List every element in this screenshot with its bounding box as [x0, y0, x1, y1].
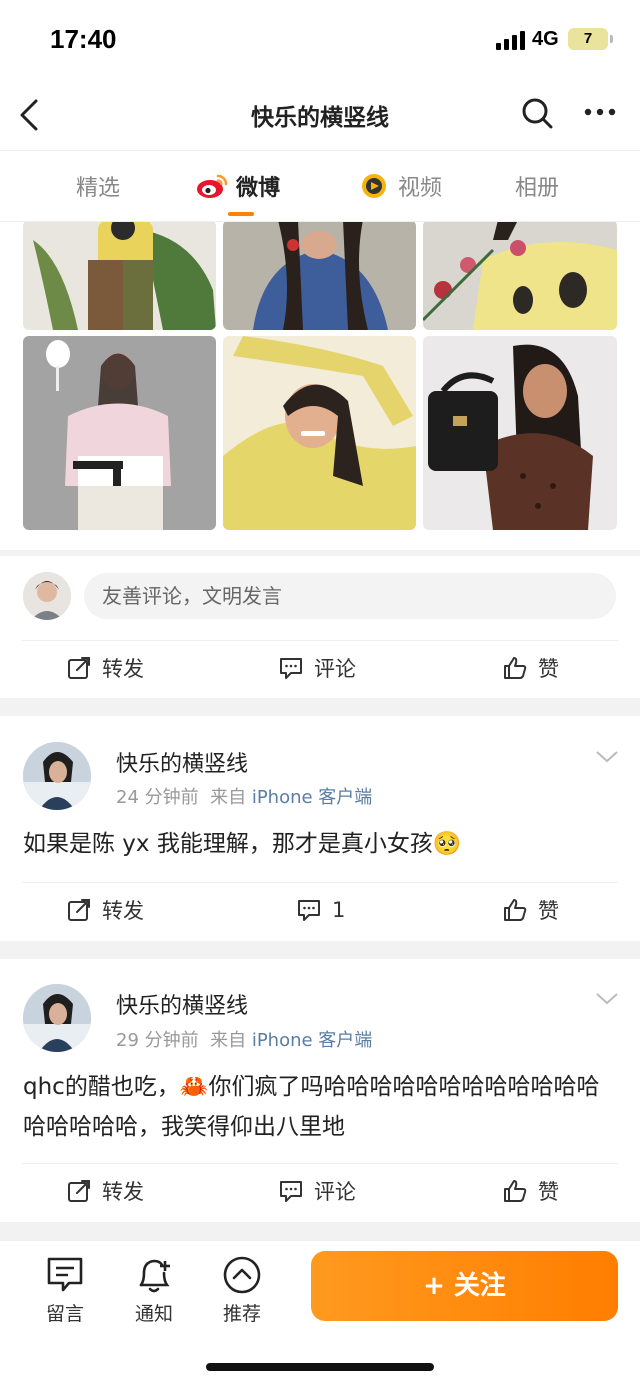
tab-video[interactable]: 视频 — [358, 169, 442, 203]
tab-bar: 精选 微博 视频 相册 — [0, 150, 640, 222]
recommend-label: 推荐 — [222, 1303, 261, 1325]
comment-label: 评论 — [314, 1180, 356, 1204]
battery-level: 7 — [583, 30, 593, 47]
section-strip — [0, 550, 640, 556]
post-text: qhc的醋也吃，🦀你们疯了吗哈哈哈哈哈哈哈哈哈哈哈哈哈哈哈哈哈，我笑得仰出八里地 — [23, 1074, 600, 1140]
repost-label: 转发 — [102, 1180, 144, 1204]
comment-input[interactable]: 友善评论，文明发言 — [84, 573, 616, 619]
like-button[interactable]: 赞 — [502, 652, 559, 684]
photo-5[interactable] — [223, 336, 416, 530]
comment-button[interactable]: 1 — [296, 894, 345, 926]
comment-icon — [298, 900, 320, 921]
post-meta: 24 分钟前 来自 iPhone 客户端 — [116, 783, 372, 809]
repost-icon — [68, 1180, 90, 1202]
chevron-up-circle-icon — [223, 1256, 261, 1294]
post-source[interactable]: iPhone 客户端 — [252, 1030, 372, 1051]
tab-label: 相册 — [515, 176, 560, 201]
signal-icon — [496, 31, 525, 50]
home-indicator — [206, 1363, 434, 1371]
tab-album[interactable]: 相册 — [515, 169, 559, 203]
repost-label: 转发 — [102, 657, 144, 681]
bell-icon — [139, 1259, 170, 1293]
chevron-down-icon[interactable] — [594, 990, 620, 1008]
author-avatar[interactable] — [23, 742, 91, 810]
divider — [22, 882, 618, 883]
comment-icon — [280, 1181, 302, 1202]
comment-count: 1 — [332, 898, 346, 922]
tab-label: 视频 — [398, 176, 443, 201]
follow-button[interactable]: + 关注 — [311, 1251, 618, 1321]
repost-button[interactable]: 转发 — [66, 1175, 144, 1207]
photo-2[interactable] — [223, 222, 416, 330]
message-icon — [47, 1257, 83, 1292]
author-name[interactable]: 快乐的横竖线 — [116, 746, 248, 778]
action-row: 转发 1 赞 — [0, 882, 640, 938]
comment-button[interactable]: 评论 — [278, 652, 356, 684]
author-name[interactable]: 快乐的横竖线 — [116, 988, 248, 1020]
comment-button[interactable]: 评论 — [278, 1175, 356, 1207]
action-row: 转发 评论 赞 — [0, 640, 640, 696]
like-label: 赞 — [538, 657, 559, 681]
thumbs-up-icon — [504, 1180, 527, 1202]
weibo-logo-icon — [197, 174, 228, 198]
post-meta: 29 分钟前 来自 iPhone 客户端 — [116, 1026, 372, 1052]
repost-label: 转发 — [102, 899, 144, 923]
photo-1[interactable] — [23, 222, 216, 330]
my-avatar[interactable] — [23, 572, 71, 620]
comment-label: 评论 — [314, 657, 356, 681]
tab-featured[interactable]: 精选 — [76, 169, 120, 203]
photo-6[interactable] — [423, 336, 617, 530]
separator — [0, 1222, 640, 1240]
status-bar: 17:40 4G 7 — [0, 0, 640, 80]
tab-weibo[interactable]: 微博 — [196, 169, 280, 203]
thumbs-up-icon — [504, 899, 527, 921]
tab-label: 精选 — [76, 176, 121, 201]
divider — [22, 640, 618, 641]
notify-label: 通知 — [134, 1303, 173, 1325]
notify-button[interactable]: 通知 — [119, 1253, 189, 1326]
photo-grid — [0, 222, 640, 552]
like-button[interactable]: 赞 — [502, 894, 559, 926]
more-icon[interactable] — [580, 102, 620, 122]
separator — [0, 941, 640, 959]
like-button[interactable]: 赞 — [502, 1175, 559, 1207]
source-prefix: 来自 — [210, 1030, 247, 1051]
thumbs-up-icon — [504, 657, 527, 679]
post-source[interactable]: iPhone 客户端 — [252, 787, 372, 808]
divider — [22, 1163, 618, 1164]
battery-icon: 7 — [568, 28, 613, 50]
chevron-down-icon[interactable] — [594, 748, 620, 766]
comment-icon — [280, 658, 302, 679]
repost-button[interactable]: 转发 — [66, 652, 144, 684]
message-label: 留言 — [45, 1303, 84, 1325]
message-button[interactable]: 留言 — [30, 1253, 100, 1326]
status-time: 17:40 — [50, 24, 117, 54]
video-logo-icon — [362, 174, 386, 198]
separator — [0, 698, 640, 716]
like-label: 赞 — [538, 899, 559, 923]
tab-label: 微博 — [236, 176, 281, 201]
author-avatar[interactable] — [23, 984, 91, 1052]
active-tab-indicator — [228, 212, 254, 216]
post-time: 29 分钟前 — [116, 1030, 199, 1051]
network-label: 4G — [532, 28, 559, 50]
photo-3[interactable] — [423, 222, 617, 330]
post-time: 24 分钟前 — [116, 787, 199, 808]
source-prefix: 来自 — [210, 787, 247, 808]
like-label: 赞 — [538, 1180, 559, 1204]
repost-button[interactable]: 转发 — [66, 894, 144, 926]
recommend-button[interactable]: 推荐 — [207, 1253, 277, 1326]
post-text: 如果是陈 yx 我能理解，那才是真小女孩🥺 — [23, 831, 462, 857]
nav-bar: 快乐的横竖线 — [0, 80, 640, 150]
bottom-bar: 留言 通知 推荐 + 关注 — [0, 1240, 640, 1385]
search-icon[interactable] — [520, 96, 554, 130]
repost-icon — [68, 899, 90, 921]
repost-icon — [68, 657, 90, 679]
action-row: 转发 评论 赞 — [0, 1163, 640, 1219]
photo-4[interactable] — [23, 336, 216, 530]
